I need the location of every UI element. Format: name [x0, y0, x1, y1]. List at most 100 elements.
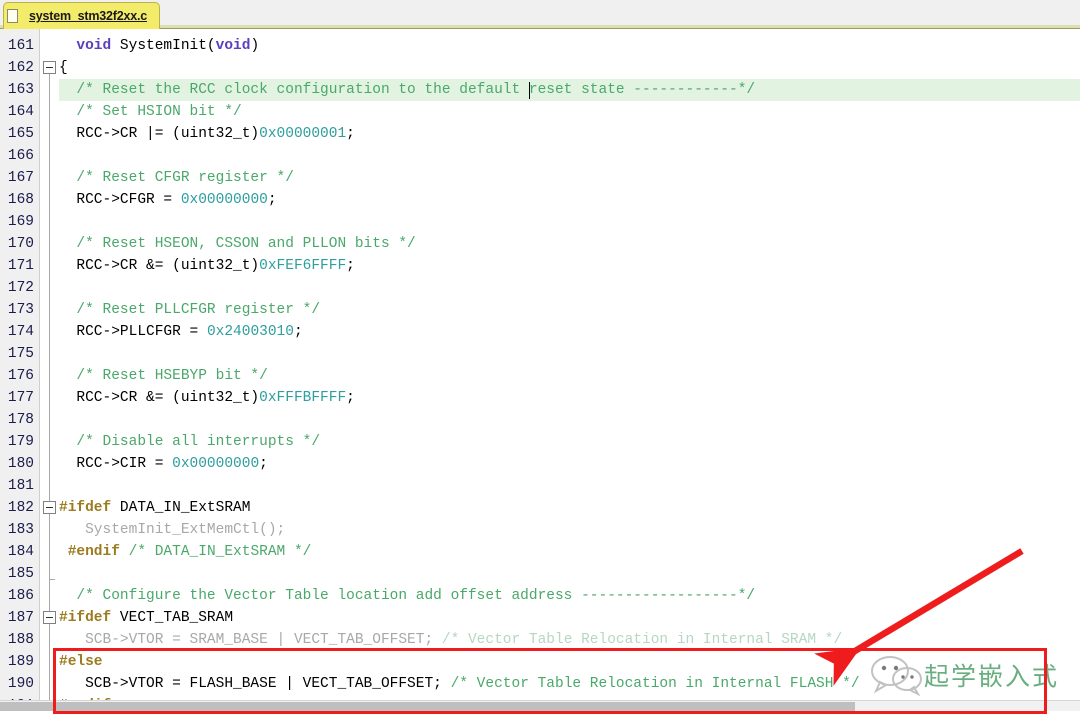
- line-number: 178: [7, 412, 34, 428]
- code-token: /* Vector Table Relocation in Internal S…: [441, 632, 843, 648]
- code-token: RCC->CFGR =: [59, 192, 181, 208]
- code-text-area[interactable]: void SystemInit(void) { /* Reset the RCC …: [59, 29, 1080, 711]
- line-number: 184: [7, 544, 34, 560]
- code-line[interactable]: {: [59, 57, 1080, 79]
- code-token: RCC->CR &= (uint32_t): [59, 258, 260, 274]
- fold-toggle-icon[interactable]: [43, 501, 56, 514]
- line-number: 169: [7, 214, 34, 230]
- code-token: RCC->CR &= (uint32_t): [59, 390, 260, 406]
- line-number: 186: [7, 588, 34, 604]
- code-line[interactable]: [59, 343, 1080, 365]
- code-line[interactable]: RCC->PLLCFGR = 0x24003010;: [59, 321, 1080, 343]
- code-line[interactable]: RCC->CR |= (uint32_t)0x00000001;: [59, 123, 1080, 145]
- line-number: 165: [7, 126, 34, 142]
- code-line[interactable]: SystemInit_ExtMemCtl();: [59, 519, 1080, 541]
- line-number: 163: [7, 82, 34, 98]
- code-line[interactable]: RCC->CR &= (uint32_t)0xFEF6FFFF;: [59, 255, 1080, 277]
- code-line[interactable]: RCC->CR &= (uint32_t)0xFFFBFFFF;: [59, 387, 1080, 409]
- code-line[interactable]: RCC->CFGR = 0x00000000;: [59, 189, 1080, 211]
- line-number: 164: [7, 104, 34, 120]
- tab-label: system_stm32f2xx.c: [29, 9, 148, 23]
- code-token: ;: [259, 456, 268, 472]
- line-number: 179: [7, 434, 34, 450]
- code-token: /* Reset HSEBYP bit */: [76, 368, 268, 384]
- line-number: 176: [7, 368, 34, 384]
- code-line[interactable]: /* Reset HSEBYP bit */: [59, 365, 1080, 387]
- code-line[interactable]: RCC->CIR = 0x00000000;: [59, 453, 1080, 475]
- tab-system-stm32f2xx-c[interactable]: system_stm32f2xx.c: [3, 2, 161, 29]
- code-line[interactable]: [59, 409, 1080, 431]
- code-token: /* Reset CFGR register */: [76, 170, 294, 186]
- code-token: void: [76, 38, 112, 54]
- code-token: void: [215, 38, 251, 54]
- line-number: 172: [7, 280, 34, 296]
- fold-toggle-icon[interactable]: [43, 611, 56, 624]
- code-token: VECT_TAB_SRAM: [111, 610, 234, 626]
- line-number: 173: [7, 302, 34, 318]
- code-token: SystemInit(: [111, 38, 216, 54]
- fold-toggle-icon[interactable]: [43, 61, 56, 74]
- code-token: 0x00000001: [259, 126, 347, 142]
- code-token: /* DATA_IN_ExtSRAM */: [128, 544, 312, 560]
- code-line[interactable]: [59, 211, 1080, 233]
- code-line[interactable]: /* Reset PLLCFGR register */: [59, 299, 1080, 321]
- code-line[interactable]: SCB->VTOR = SRAM_BASE | VECT_TAB_OFFSET;…: [59, 629, 1080, 651]
- line-number: 171: [7, 258, 34, 274]
- code-token: ): [250, 38, 260, 54]
- line-number: 187: [7, 610, 34, 626]
- code-token: ;: [346, 258, 355, 274]
- code-line[interactable]: void SystemInit(void): [59, 35, 1080, 57]
- line-number: 170: [7, 236, 34, 252]
- code-line[interactable]: [59, 145, 1080, 167]
- code-token: /* Vector Table Relocation in Internal F…: [450, 676, 860, 692]
- line-number: 190: [7, 676, 34, 692]
- line-number: 174: [7, 324, 34, 340]
- code-token: 0xFFFBFFFF: [259, 390, 347, 406]
- code-line[interactable]: #else: [59, 651, 1080, 673]
- editor-tab-bar: system_stm32f2xx.c: [0, 0, 1080, 29]
- code-token: /* Set HSION bit */: [76, 104, 242, 120]
- code-line[interactable]: #endif /* DATA_IN_ExtSRAM */: [59, 541, 1080, 563]
- code-line[interactable]: /* Configure the Vector Table location a…: [59, 585, 1080, 607]
- fold-rail-endcap: [49, 579, 55, 580]
- code-line[interactable]: SCB->VTOR = FLASH_BASE | VECT_TAB_OFFSET…: [59, 673, 1080, 695]
- code-line[interactable]: #ifdef DATA_IN_ExtSRAM: [59, 497, 1080, 519]
- line-number: 188: [7, 632, 34, 648]
- line-number: 180: [7, 456, 34, 472]
- code-token: SCB->VTOR = FLASH_BASE | VECT_TAB_OFFSET…: [59, 676, 451, 692]
- code-line[interactable]: [59, 563, 1080, 585]
- code-line[interactable]: /* Disable all interrupts */: [59, 431, 1080, 453]
- horizontal-scrollbar[interactable]: [0, 700, 1080, 711]
- code-token: #ifdef: [59, 500, 112, 516]
- code-token: RCC->CIR =: [59, 456, 173, 472]
- code-editor-window: system_stm32f2xx.c 161 162 163 164 165 166 167…: [0, 0, 1080, 722]
- code-line[interactable]: /* Reset HSEON, CSSON and PLLON bits */: [59, 233, 1080, 255]
- code-line[interactable]: /* Reset the RCC clock configuration to …: [59, 79, 1080, 101]
- editor-body[interactable]: 161 162 163 164 165 166 167 168 169 170 171 172 173 1…: [0, 29, 1080, 711]
- code-token: 0x00000000: [172, 456, 260, 472]
- line-number: 182: [7, 500, 34, 516]
- horizontal-scrollbar-thumb[interactable]: [0, 702, 855, 711]
- line-number: 183: [7, 522, 34, 538]
- code-token: #endif: [67, 544, 120, 560]
- code-token: ;: [267, 192, 277, 208]
- code-line[interactable]: [59, 475, 1080, 497]
- code-line[interactable]: /* Set HSION bit */: [59, 101, 1080, 123]
- code-line[interactable]: #ifdef VECT_TAB_SRAM: [59, 607, 1080, 629]
- code-folding-column[interactable]: [41, 29, 59, 711]
- line-number: 177: [7, 390, 34, 406]
- code-line[interactable]: /* Reset CFGR register */: [59, 167, 1080, 189]
- line-number: 189: [7, 654, 34, 670]
- code-line[interactable]: [59, 277, 1080, 299]
- line-number: 185: [7, 566, 34, 582]
